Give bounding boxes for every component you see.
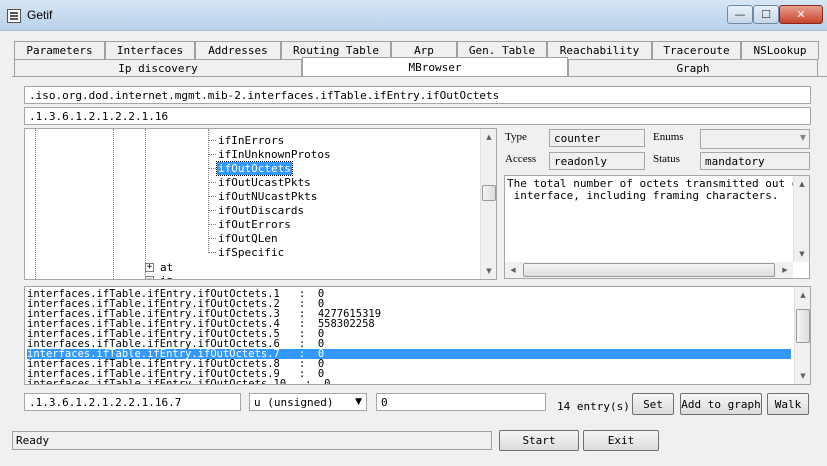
- collapse-icon[interactable]: −: [145, 276, 154, 279]
- enums-dropdown[interactable]: ▼: [700, 129, 810, 149]
- tab-traceroute[interactable]: Traceroute: [652, 41, 741, 59]
- tab-addresses[interactable]: Addresses: [195, 41, 281, 59]
- scroll-thumb[interactable]: [796, 309, 810, 343]
- mib-tree[interactable]: ifInErrors ifInUnknownProtos ifOutOctets…: [24, 128, 497, 280]
- description-hscrollbar[interactable]: ◀ ▶: [505, 262, 793, 278]
- oid-path-field[interactable]: .iso.org.dod.internet.mgmt.mib-2.interfa…: [24, 86, 811, 104]
- scroll-up-icon[interactable]: ▲: [794, 176, 809, 192]
- result-separator: :: [286, 378, 325, 385]
- access-field: readonly: [549, 152, 645, 170]
- tree-item[interactable]: ifSpecific: [218, 246, 284, 259]
- window-title: Getif: [27, 8, 53, 22]
- access-label: Access: [505, 153, 537, 165]
- scroll-thumb[interactable]: [482, 185, 496, 201]
- start-button[interactable]: Start: [499, 430, 579, 451]
- tab-nslookup[interactable]: NSLookup: [741, 41, 819, 59]
- entry-count: 14 entry(s): [557, 400, 630, 413]
- add-to-graph-button[interactable]: Add to graph: [680, 393, 762, 415]
- results-list[interactable]: interfaces.ifTable.ifEntry.ifOutOctets.1…: [24, 286, 811, 385]
- tree-item[interactable]: ifOutErrors: [218, 218, 291, 231]
- type-label: Type: [505, 131, 527, 143]
- type-field: counter: [549, 129, 645, 147]
- results-scrollbar[interactable]: ▲ ▼: [794, 287, 810, 384]
- scroll-right-icon[interactable]: ▶: [777, 262, 793, 278]
- tab-ip-discovery[interactable]: Ip discovery: [14, 59, 302, 77]
- chevron-down-icon[interactable]: ▼: [800, 133, 806, 142]
- tree-guide-line: [145, 129, 146, 279]
- result-row[interactable]: interfaces.ifTable.ifEntry.ifOutOctets.1…: [27, 378, 791, 385]
- tree-connector: [208, 238, 216, 239]
- enums-label: Enums: [653, 131, 684, 143]
- tree-item-selected[interactable]: ifOutOctets: [216, 161, 293, 176]
- tree-connector: [208, 168, 216, 169]
- tree-item[interactable]: ifInUnknownProtos: [218, 148, 331, 161]
- scroll-up-icon[interactable]: ▲: [795, 287, 810, 303]
- set-value-field[interactable]: 0: [376, 393, 546, 411]
- tab-mbrowser[interactable]: MBrowser: [302, 57, 568, 77]
- tree-item[interactable]: ifOutNUcastPkts: [218, 190, 317, 203]
- scroll-down-icon[interactable]: ▼: [481, 263, 496, 279]
- set-oid-field[interactable]: .1.3.6.1.2.1.2.2.1.16.7: [24, 393, 241, 411]
- scroll-down-icon[interactable]: ▼: [795, 368, 810, 384]
- walk-button[interactable]: Walk: [767, 393, 809, 415]
- scroll-thumb[interactable]: [523, 263, 775, 277]
- tree-item-ip[interactable]: ip: [160, 274, 173, 279]
- tab-parameters[interactable]: Parameters: [14, 41, 105, 59]
- tree-connector: [208, 252, 216, 253]
- tree-connector: [208, 140, 216, 141]
- tree-item[interactable]: ifOutQLen: [218, 232, 278, 245]
- expand-icon[interactable]: +: [145, 263, 154, 272]
- description-panel[interactable]: The total number of octets transmitted o…: [504, 175, 810, 279]
- minimize-button[interactable]: —: [727, 5, 753, 24]
- tree-item[interactable]: ifOutUcastPkts: [218, 176, 311, 189]
- status-label: Status: [653, 153, 680, 165]
- title-bar: Getif — ☐ ✕: [0, 0, 827, 31]
- tree-connector: [208, 154, 216, 155]
- value-type-select[interactable]: u (unsigned) ▼: [249, 393, 367, 411]
- exit-button[interactable]: Exit: [583, 430, 659, 451]
- result-value: 0: [324, 378, 331, 385]
- description-vscrollbar[interactable]: ▲ ▼: [793, 176, 809, 262]
- maximize-button[interactable]: ☐: [753, 5, 779, 24]
- tree-scrollbar[interactable]: ▲ ▼: [480, 129, 496, 279]
- tree-connector: [208, 196, 216, 197]
- tree-connector: [208, 210, 216, 211]
- status-field: mandatory: [700, 152, 810, 170]
- tree-item-at[interactable]: at: [160, 261, 173, 274]
- tree-guide-line: [208, 129, 209, 253]
- tree-guide-line: [113, 129, 114, 279]
- value-type-selected: u (unsigned): [254, 396, 334, 409]
- tree-connector: [208, 182, 216, 183]
- tree-connector: [208, 224, 216, 225]
- tree-guide-line: [35, 129, 36, 279]
- scroll-down-icon[interactable]: ▼: [794, 246, 809, 262]
- tab-graph[interactable]: Graph: [568, 59, 818, 77]
- chevron-down-icon[interactable]: ▼: [355, 397, 362, 407]
- description-text: The total number of octets transmitted o…: [507, 178, 793, 202]
- tree-item[interactable]: ifInErrors: [218, 134, 284, 147]
- scroll-left-icon[interactable]: ◀: [505, 262, 521, 278]
- tab-divider: [12, 76, 827, 77]
- set-button[interactable]: Set: [632, 393, 674, 415]
- app-icon: [7, 9, 21, 23]
- tab-interfaces[interactable]: Interfaces: [105, 41, 195, 59]
- status-bar: Ready: [12, 431, 492, 450]
- scroll-up-icon[interactable]: ▲: [481, 129, 496, 145]
- result-oid: interfaces.ifTable.ifEntry.ifOutOctets.1…: [27, 378, 287, 385]
- close-button[interactable]: ✕: [779, 5, 823, 24]
- tree-item[interactable]: ifOutDiscards: [218, 204, 304, 217]
- oid-numeric-field[interactable]: .1.3.6.1.2.1.2.2.1.16: [24, 107, 811, 125]
